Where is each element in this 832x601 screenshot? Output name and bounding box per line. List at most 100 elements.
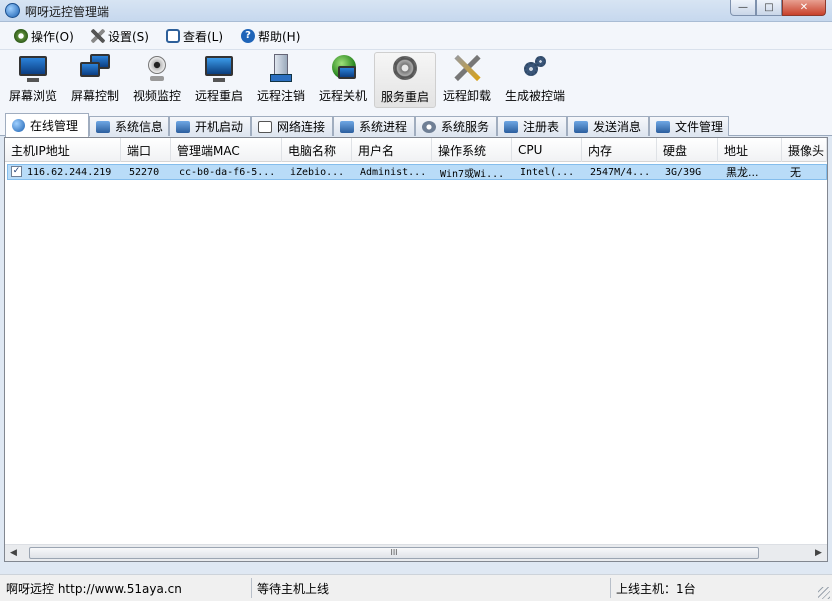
menu-help[interactable]: ? 帮助(H) <box>241 27 300 45</box>
column-header-disk[interactable]: 硬盘 <box>657 138 718 162</box>
remote-uninstall-label: 远程卸载 <box>442 89 491 103</box>
cell-disk: 3G/39G <box>665 166 702 178</box>
cell-pc-name: iZebio... <box>290 166 345 178</box>
video-monitor-label: 视频监控 <box>132 89 181 103</box>
tab-online-manage-label: 在线管理 <box>30 119 79 133</box>
scroll-thumb[interactable]: III <box>29 547 759 559</box>
computer-icon <box>96 120 110 133</box>
menu-operate[interactable]: 操作(O) <box>14 27 74 45</box>
toolbar: 屏幕浏览 屏幕控制 视频监控 远程重启 远程注销 远程关机 服务重启 远程卸载 … <box>0 50 832 112</box>
restart-icon <box>204 54 234 84</box>
view-icon <box>166 29 180 43</box>
registry-icon <box>504 120 518 133</box>
gear-icon <box>14 29 28 43</box>
remote-uninstall-button[interactable]: 远程卸载 <box>436 52 498 108</box>
menu-bar: 操作(O) 设置(S) 查看(L) ? 帮助(H) <box>0 22 832 50</box>
remote-logoff-button[interactable]: 远程注销 <box>250 52 312 108</box>
shutdown-icon <box>328 54 358 84</box>
status-bar: 啊呀远控 http://www.51aya.cn 等待主机上线 上线主机：1台 <box>0 574 832 601</box>
tab-send-message-label: 发送消息 <box>593 120 642 134</box>
tab-services-label: 系统服务 <box>441 120 490 134</box>
tab-send-message[interactable]: 发送消息 <box>567 116 649 136</box>
build-client-button[interactable]: 生成被控端 <box>503 52 567 108</box>
screen-control-label: 屏幕控制 <box>70 89 119 103</box>
message-icon <box>574 120 588 133</box>
service-restart-button[interactable]: 服务重启 <box>374 52 436 108</box>
tab-strip: 在线管理 系统信息 开机启动 网络连接 系统进程 系统服务 注册表 发送消息 文… <box>0 112 832 137</box>
globe-icon <box>12 119 25 132</box>
cell-os: Win7或Wi... <box>440 168 505 180</box>
monitor-icon <box>18 54 48 84</box>
menu-operate-label: 操作(O) <box>31 29 74 44</box>
menu-settings-label: 设置(S) <box>108 29 149 44</box>
scroll-left-arrow-icon[interactable]: ◀ <box>5 545 22 561</box>
tab-registry-label: 注册表 <box>523 120 560 134</box>
remote-restart-label: 远程重启 <box>194 89 243 103</box>
status-online-count: 上线主机：1台 <box>616 581 696 596</box>
window-icon <box>258 120 272 133</box>
tab-startup-label: 开机启动 <box>195 120 244 134</box>
column-header-mac[interactable]: 管理端MAC <box>171 138 282 162</box>
maximize-button[interactable]: □ <box>756 0 782 16</box>
horizontal-scrollbar[interactable]: ◀ III ▶ <box>5 544 827 561</box>
cell-mac: cc-b0-da-f6-5... <box>179 166 276 178</box>
remote-shutdown-button[interactable]: 远程关机 <box>312 52 374 108</box>
status-website: 啊呀远控 http://www.51aya.cn <box>2 578 252 598</box>
file-icon <box>656 120 670 133</box>
tab-registry[interactable]: 注册表 <box>497 116 567 136</box>
tab-startup[interactable]: 开机启动 <box>169 116 251 136</box>
column-header-port[interactable]: 端口 <box>121 138 171 162</box>
column-header-os[interactable]: 操作系统 <box>432 138 512 162</box>
menu-settings[interactable]: 设置(S) <box>91 27 149 45</box>
list-header: 主机IP地址 端口 管理端MAC 电脑名称 用户名 操作系统 CPU 内存 硬盘… <box>5 138 827 162</box>
tab-system-info-label: 系统信息 <box>115 120 164 134</box>
status-message: 等待主机上线 <box>253 578 611 598</box>
webcam-icon <box>142 54 172 84</box>
cell-user: Administ... <box>360 166 427 178</box>
help-icon: ? <box>241 29 255 43</box>
scroll-right-arrow-icon[interactable]: ▶ <box>810 545 827 561</box>
tab-file-manage-label: 文件管理 <box>675 120 724 134</box>
uninstall-tools-icon <box>452 54 482 84</box>
folder-icon <box>176 120 190 133</box>
row-checkbox[interactable]: ✓ <box>11 166 22 177</box>
column-header-camera[interactable]: 摄像头 <box>782 138 827 162</box>
tab-file-manage[interactable]: 文件管理 <box>649 116 729 136</box>
close-button[interactable]: ✕ <box>782 0 826 16</box>
app-globe-icon <box>5 3 20 18</box>
cell-cpu: Intel(... <box>520 166 575 178</box>
screen-control-button[interactable]: 屏幕控制 <box>64 52 126 108</box>
tab-processes-label: 系统进程 <box>359 120 408 134</box>
column-header-pc-name[interactable]: 电脑名称 <box>282 138 352 162</box>
tab-online-manage[interactable]: 在线管理 <box>5 113 89 137</box>
menu-view[interactable]: 查看(L) <box>166 27 223 45</box>
column-header-user[interactable]: 用户名 <box>352 138 432 162</box>
tab-network[interactable]: 网络连接 <box>251 116 333 136</box>
menu-view-label: 查看(L) <box>183 29 224 44</box>
column-header-cpu[interactable]: CPU <box>512 138 582 162</box>
service-gear-icon <box>390 55 420 85</box>
service-icon <box>422 120 436 133</box>
process-icon <box>340 120 354 133</box>
service-restart-label: 服务重启 <box>380 90 429 104</box>
tab-network-label: 网络连接 <box>277 120 326 134</box>
column-header-memory[interactable]: 内存 <box>582 138 657 162</box>
remote-shutdown-label: 远程关机 <box>318 89 367 103</box>
resize-grip-icon[interactable] <box>818 587 830 599</box>
screen-browse-label: 屏幕浏览 <box>8 89 57 103</box>
tab-system-info[interactable]: 系统信息 <box>89 116 169 136</box>
minimize-button[interactable]: — <box>730 0 756 16</box>
tab-services[interactable]: 系统服务 <box>415 116 497 136</box>
window-title: 啊呀远控管理端 <box>25 5 110 19</box>
tab-processes[interactable]: 系统进程 <box>333 116 415 136</box>
logoff-icon <box>266 54 296 84</box>
cell-camera: 无 <box>790 166 801 179</box>
column-header-address[interactable]: 地址 <box>718 138 782 162</box>
remote-logoff-label: 远程注销 <box>256 89 305 103</box>
column-header-ip[interactable]: 主机IP地址 <box>5 138 121 162</box>
build-gears-icon <box>520 54 550 84</box>
screen-browse-button[interactable]: 屏幕浏览 <box>2 52 64 108</box>
table-row[interactable]: ✓ 116.62.244.219 52270 cc-b0-da-f6-5... … <box>7 164 827 180</box>
video-monitor-button[interactable]: 视频监控 <box>126 52 188 108</box>
remote-restart-button[interactable]: 远程重启 <box>188 52 250 108</box>
